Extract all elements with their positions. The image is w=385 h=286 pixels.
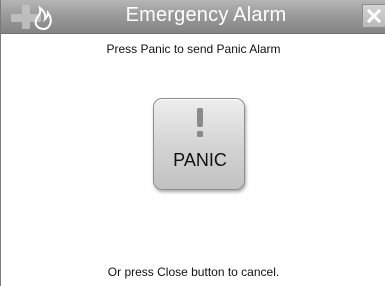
title-icons <box>3 3 63 31</box>
close-button[interactable] <box>362 4 385 28</box>
panic-instruction-text: Press Panic to send Panic Alarm <box>106 42 281 56</box>
window-title: Emergency Alarm <box>125 4 287 26</box>
title-bar: Emergency Alarm <box>1 0 385 34</box>
close-icon <box>367 9 381 23</box>
cancel-hint-text: Or press Close button to cancel. <box>107 265 280 279</box>
panic-button[interactable]: PANIC <box>153 98 245 190</box>
panic-button-label: PANIC <box>173 150 227 170</box>
emergency-alarm-window: Emergency Alarm Press Panic to send Pani… <box>0 0 385 286</box>
exclamation-icon <box>197 108 203 137</box>
